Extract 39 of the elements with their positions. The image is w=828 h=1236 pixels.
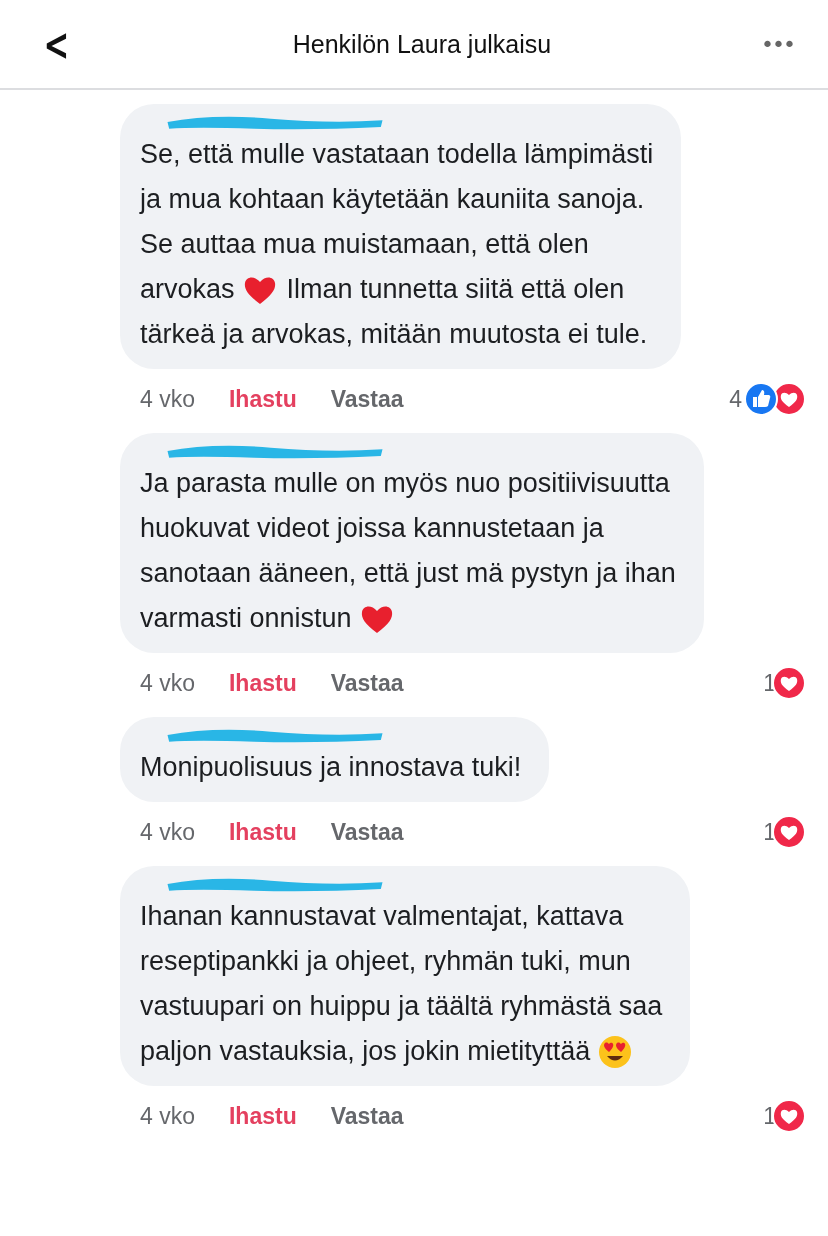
back-button[interactable]: < xyxy=(37,18,75,70)
comment-text: varmasti onnistun xyxy=(140,602,352,635)
reply-link[interactable]: Vastaa xyxy=(330,669,404,697)
reaction-count: 1 xyxy=(763,669,776,697)
comment-text: reseptipankki ja ohjeet, ryhmän tuki, mun xyxy=(140,945,631,978)
comment-time: 4 vko xyxy=(140,1102,195,1130)
like-link[interactable]: Ihastu xyxy=(229,669,297,697)
reaction-count: 1 xyxy=(763,818,776,846)
reaction-count: 4 xyxy=(729,385,742,413)
comment-text: Ilman tunnetta siitä että olen xyxy=(286,273,625,306)
reply-link[interactable]: Vastaa xyxy=(330,385,404,413)
heart-reaction-icon xyxy=(772,1099,806,1133)
like-link[interactable]: Ihastu xyxy=(229,818,297,846)
comment-time: 4 vko xyxy=(140,669,195,697)
reply-link[interactable]: Vastaa xyxy=(330,818,404,846)
like-link[interactable]: Ihastu xyxy=(229,1102,297,1130)
comment-text: Monipuolisuus ja innostava tuki! xyxy=(140,751,522,784)
heart-reaction-icon xyxy=(772,815,806,849)
like-link[interactable]: Ihastu xyxy=(229,385,297,413)
thumbs-up-icon xyxy=(744,382,778,416)
comment-text: Ihanan kannustavat valmentajat, kattava xyxy=(140,900,624,933)
comment-text: vastuupari on huippu ja täältä ryhmästä saa xyxy=(140,990,663,1023)
comment-text: arvokas xyxy=(140,273,235,306)
more-options-button[interactable]: ••• xyxy=(761,31,794,57)
comment-text: tärkeä ja arvokas, mitään muutosta ei tule. xyxy=(140,318,648,351)
heart-eyes-emoji-icon xyxy=(598,1034,633,1069)
comment-text: Se auttaa mua muistamaan, että olen xyxy=(140,228,589,261)
comment-time: 4 vko xyxy=(140,818,195,846)
comment-time: 4 vko xyxy=(140,385,195,413)
comment-text: paljon vastauksia, jos jokin mietityttää xyxy=(140,1035,591,1068)
reply-link[interactable]: Vastaa xyxy=(330,1102,404,1130)
comment-text: Se, että mulle vastataan todella lämpimästi xyxy=(140,138,654,171)
comment-text: sanotaan ääneen, että just mä pystyn ja ihan xyxy=(140,557,676,590)
comment-text: Ja parasta mulle on myös nuo positiivisuutta xyxy=(140,467,670,500)
heart-reaction-icon xyxy=(772,666,806,700)
comment-text: ja mua kohtaan käytetään kauniita sanoja. xyxy=(140,183,645,216)
reaction-count: 1 xyxy=(763,1102,776,1130)
comment-text: huokuvat videot joissa kannustetaan ja xyxy=(140,512,604,545)
page-title: Henkilön Laura julkaisu xyxy=(292,29,552,59)
